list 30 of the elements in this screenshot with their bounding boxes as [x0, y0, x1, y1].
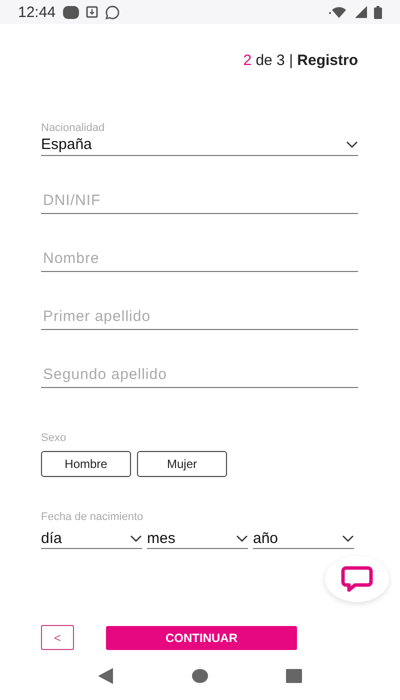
- field-label: Nacionalidad: [41, 122, 106, 134]
- field-label: Fecha de nacimiento: [41, 511, 144, 523]
- chevron-down-icon: [346, 141, 358, 148]
- date-select[interactable]: día: [41, 529, 142, 549]
- sex-option-button[interactable]: Mujer: [137, 451, 227, 477]
- text-field[interactable]: Nombre: [41, 240, 358, 272]
- chevron-down-icon: [130, 535, 142, 542]
- sex-option-button[interactable]: Hombre: [41, 451, 131, 477]
- nationality-select[interactable]: España: [41, 134, 358, 156]
- date-select[interactable]: mes: [147, 529, 248, 549]
- home-nav-icon[interactable]: [192, 669, 208, 683]
- wifi-icon: [328, 5, 348, 19]
- chat-bubble-icon: [104, 4, 120, 20]
- date-select[interactable]: año: [253, 529, 354, 549]
- step-indicator: 2 de 3 | Registro: [243, 52, 358, 71]
- back-nav-icon[interactable]: [98, 668, 114, 684]
- field-label: Sexo: [41, 432, 68, 444]
- download-icon: [86, 6, 98, 18]
- status-time: 12:44: [18, 4, 56, 20]
- chat-icon: [341, 566, 373, 592]
- battery-icon: [374, 6, 382, 18]
- chevron-down-icon: [342, 535, 354, 542]
- signal-icon: [355, 6, 367, 18]
- text-field[interactable]: DNI/NIF: [41, 182, 358, 214]
- back-button[interactable]: <: [41, 625, 74, 650]
- text-field[interactable]: Primer apellido: [41, 298, 358, 330]
- text-field[interactable]: Segundo apellido: [41, 356, 358, 388]
- notification-icon: [62, 6, 79, 18]
- continue-button[interactable]: CONTINUAR: [106, 626, 297, 650]
- chevron-down-icon: [236, 535, 248, 542]
